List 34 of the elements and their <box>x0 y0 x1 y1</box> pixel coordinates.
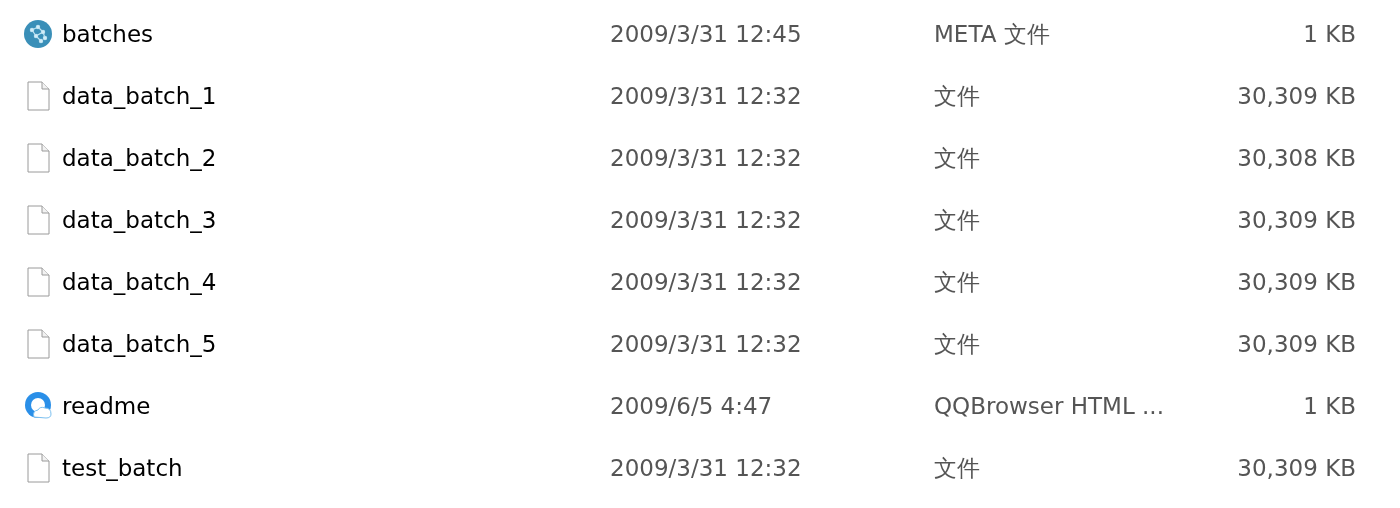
file-name[interactable]: data_batch_3 <box>62 207 217 233</box>
date-modified: 2009/3/31 12:32 <box>610 145 803 171</box>
file-type: 文件 <box>934 267 981 297</box>
date-modified: 2009/6/5 4:47 <box>610 393 774 419</box>
file-name[interactable]: data_batch_4 <box>62 269 217 295</box>
file-name[interactable]: data_batch_1 <box>62 83 217 109</box>
file-name[interactable]: readme <box>62 393 151 419</box>
date-modified: 2009/3/31 12:32 <box>610 207 803 233</box>
file-type: 文件 <box>934 205 981 235</box>
file-type: QQBrowser HTML ... <box>934 393 1165 419</box>
file-type: 文件 <box>934 143 981 173</box>
file-size: 30,309 KB <box>1236 269 1356 295</box>
date-modified: 2009/3/31 12:32 <box>610 455 803 481</box>
date-modified: 2009/3/31 12:32 <box>610 83 803 109</box>
file-type: 文件 <box>934 81 981 111</box>
network-globe-icon <box>22 18 54 50</box>
file-name[interactable]: test_batch <box>62 455 183 481</box>
file-name[interactable]: batches <box>62 21 154 47</box>
file-type: 文件 <box>934 453 981 483</box>
file-type: META 文件 <box>934 19 1051 49</box>
file-size: 30,309 KB <box>1236 331 1356 357</box>
file-name[interactable]: data_batch_5 <box>62 331 217 357</box>
file-size: 1 KB <box>1302 21 1356 47</box>
file-size: 30,308 KB <box>1236 145 1356 171</box>
date-modified: 2009/3/31 12:32 <box>610 269 803 295</box>
file-size: 30,309 KB <box>1236 83 1356 109</box>
file-type: 文件 <box>934 329 981 359</box>
date-modified: 2009/3/31 12:32 <box>610 331 803 357</box>
file-size: 30,309 KB <box>1236 455 1356 481</box>
file-size: 30,309 KB <box>1236 207 1356 233</box>
file-size: 1 KB <box>1302 393 1356 419</box>
browser-icon <box>22 390 54 422</box>
file-name[interactable]: data_batch_2 <box>62 145 217 171</box>
date-modified: 2009/3/31 12:45 <box>610 21 803 47</box>
